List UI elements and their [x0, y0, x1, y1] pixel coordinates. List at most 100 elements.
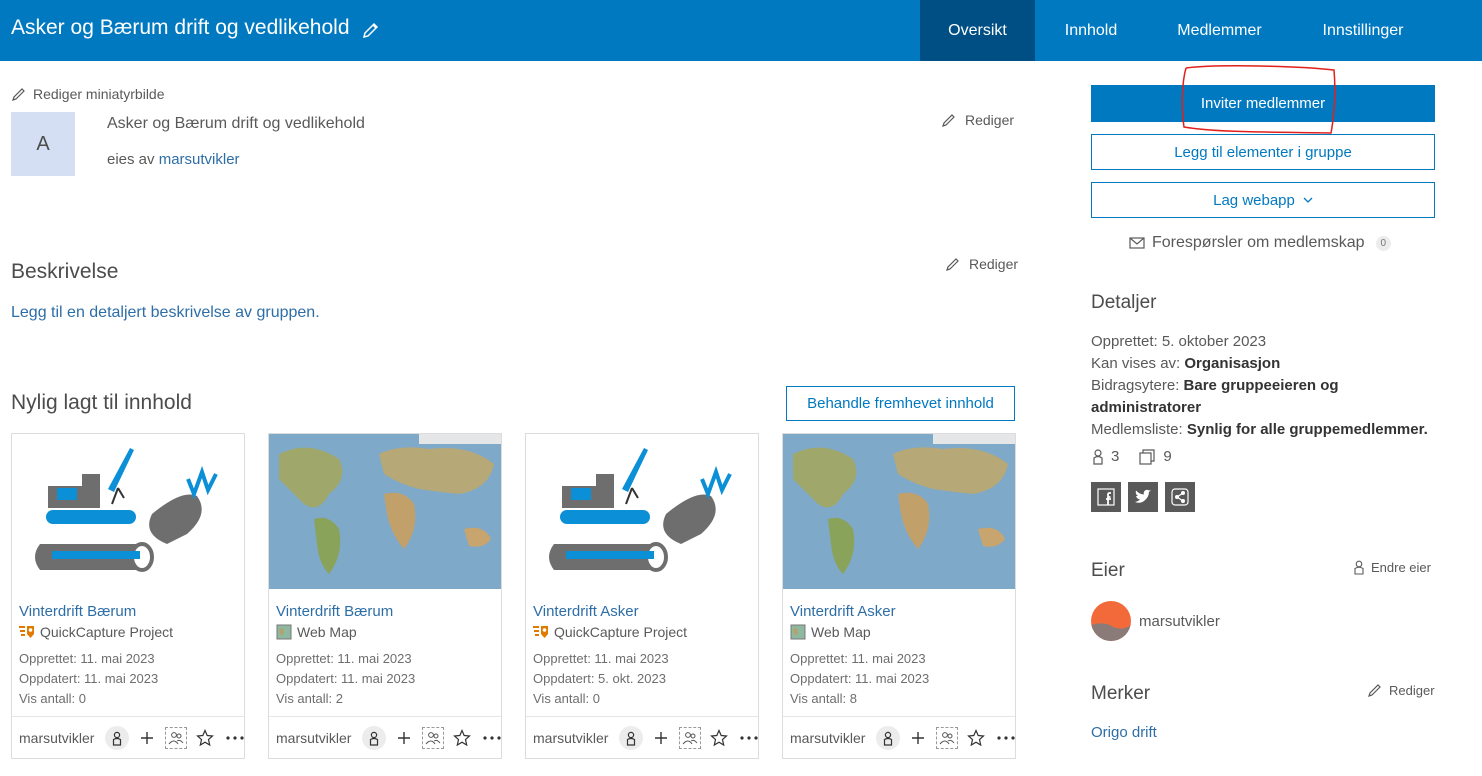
- edit-label: Rediger: [965, 112, 1015, 128]
- card-owner[interactable]: marsutvikler: [790, 730, 865, 746]
- star-icon[interactable]: [707, 726, 731, 750]
- card-type-label: Web Map: [297, 624, 357, 640]
- content-card[interactable]: Vinterdrift Bærum Web Map Opprettet: 11. m…: [268, 433, 502, 759]
- detail-created-value: 5. oktober 2023: [1161, 333, 1267, 350]
- card-created: Opprettet: 11. mai 2023: [19, 651, 155, 666]
- webmap-icon: [790, 624, 806, 640]
- card-owner[interactable]: marsutvikler: [276, 730, 351, 746]
- card-views: Vis antall: 0: [533, 691, 600, 706]
- owner-link[interactable]: marsutvikler: [159, 151, 240, 168]
- group-name: Asker og Bærum drift og vedlikehold: [107, 115, 365, 132]
- more-options-icon[interactable]: [480, 726, 504, 750]
- card-footer: marsutvikler: [526, 716, 758, 759]
- card-owner[interactable]: marsutvikler: [19, 730, 94, 746]
- edit-tags-link[interactable]: Rediger: [1367, 682, 1435, 698]
- card-thumbnail[interactable]: [783, 434, 1015, 589]
- change-owner-label: Endre eier: [1371, 560, 1431, 575]
- more-options-icon[interactable]: [223, 726, 247, 750]
- card-title[interactable]: Vinterdrift Bærum: [276, 603, 393, 620]
- detail-created: Opprettet: 5. oktober 2023: [1091, 331, 1435, 353]
- group-icon[interactable]: [936, 727, 958, 749]
- group-thumbnail[interactable]: A: [11, 112, 75, 176]
- tags-title: Merker: [1091, 683, 1151, 704]
- owner-name[interactable]: marsutvikler: [1139, 613, 1220, 630]
- twitter-icon: [1135, 489, 1151, 503]
- card-type-label: QuickCapture Project: [40, 624, 174, 640]
- card-views: Vis antall: 8: [790, 691, 857, 706]
- content-card[interactable]: Vinterdrift Bærum QuickCapture Project Opp…: [11, 433, 245, 759]
- card-footer: marsutvikler: [269, 716, 501, 759]
- plus-icon[interactable]: [392, 726, 416, 750]
- tab-oversikt[interactable]: Oversikt: [920, 0, 1035, 61]
- chevron-down-icon: [1303, 197, 1313, 203]
- tab-innstillinger[interactable]: Innstillinger: [1292, 0, 1434, 61]
- plus-icon[interactable]: [906, 726, 930, 750]
- change-owner-link[interactable]: Endre eier: [1353, 560, 1431, 575]
- owned-by-prefix: eies av: [107, 151, 155, 168]
- plus-icon[interactable]: [135, 726, 159, 750]
- members-icon: [1093, 448, 1103, 465]
- card-thumbnail[interactable]: [269, 434, 501, 589]
- member-icon[interactable]: [876, 726, 900, 750]
- member-icon[interactable]: [362, 726, 386, 750]
- owned-by: eies av marsutvikler: [107, 151, 240, 168]
- edit-thumbnail-link[interactable]: Rediger miniatyrbilde: [11, 86, 165, 102]
- edit-title-pencil-icon[interactable]: [361, 20, 381, 40]
- avatar[interactable]: [1091, 601, 1131, 641]
- quickcapture-icon: [19, 626, 34, 638]
- detail-member-list: Medlemsliste: Synlig for alle gruppemedl…: [1091, 419, 1435, 441]
- card-updated: Oppdatert: 11. mai 2023: [19, 671, 159, 686]
- description-title: Beskrivelse: [11, 260, 119, 283]
- facebook-icon: [1097, 488, 1115, 506]
- card-actions: [876, 726, 1018, 750]
- group-icon[interactable]: [679, 727, 701, 749]
- twitter-share-button[interactable]: [1128, 482, 1158, 512]
- share-link-button[interactable]: [1165, 482, 1195, 512]
- pencil-icon: [1368, 684, 1381, 697]
- content-card[interactable]: Vinterdrift Asker Web Map Opprettet: 11. m…: [782, 433, 1016, 759]
- card-title[interactable]: Vinterdrift Bærum: [19, 603, 136, 620]
- content-card[interactable]: Vinterdrift Asker QuickCapture Project Opp…: [525, 433, 759, 759]
- member-icon[interactable]: [105, 726, 129, 750]
- edit-label: Rediger: [969, 256, 1019, 272]
- star-icon[interactable]: [193, 726, 217, 750]
- group-icon[interactable]: [422, 727, 444, 749]
- add-items-button[interactable]: Legg til elementer i gruppe: [1091, 134, 1435, 170]
- avatar-image: [1091, 601, 1131, 641]
- manage-featured-button[interactable]: Behandle fremhevet innhold: [786, 386, 1015, 421]
- detail-member-list-label: Medlemsliste:: [1091, 421, 1183, 438]
- requests-count-badge: 0: [1375, 235, 1392, 251]
- tab-medlemmer[interactable]: Medlemmer: [1147, 0, 1292, 61]
- group-icon[interactable]: [165, 727, 187, 749]
- star-icon[interactable]: [450, 726, 474, 750]
- edit-description-link[interactable]: Rediger: [945, 256, 1018, 272]
- card-updated: Oppdatert: 11. mai 2023: [790, 671, 930, 686]
- group-title: Asker og Bærum drift og vedlikehold: [11, 16, 350, 39]
- membership-requests[interactable]: Forespørsler om medlemskap 0: [1129, 234, 1392, 252]
- create-webapp-button[interactable]: Lag webapp: [1091, 182, 1435, 218]
- plus-icon[interactable]: [649, 726, 673, 750]
- card-thumbnail[interactable]: [526, 434, 758, 589]
- card-title[interactable]: Vinterdrift Asker: [790, 603, 896, 620]
- detail-contributors-label: Bidragsytere:: [1091, 377, 1180, 394]
- more-options-icon[interactable]: [994, 726, 1018, 750]
- card-updated: Oppdatert: 5. okt. 2023: [533, 671, 666, 686]
- tag-link[interactable]: Origo drift: [1091, 724, 1157, 741]
- quickcapture-icon: [533, 626, 548, 638]
- star-icon[interactable]: [964, 726, 988, 750]
- tab-innhold[interactable]: Innhold: [1035, 0, 1147, 61]
- detail-visible-label: Kan vises av:: [1091, 355, 1181, 372]
- facebook-share-button[interactable]: [1091, 482, 1121, 512]
- edit-group-link[interactable]: Rediger: [941, 112, 1014, 128]
- add-description-link[interactable]: Legg til en detaljert beskrivelse av gru…: [11, 304, 320, 322]
- card-owner[interactable]: marsutvikler: [533, 730, 608, 746]
- card-footer: marsutvikler: [783, 716, 1015, 759]
- edit-tags-label: Rediger: [1389, 682, 1435, 698]
- card-type: Web Map: [790, 624, 871, 640]
- card-views: Vis antall: 0: [19, 691, 86, 706]
- items-icon: [1139, 448, 1155, 465]
- member-icon[interactable]: [619, 726, 643, 750]
- card-title[interactable]: Vinterdrift Asker: [533, 603, 639, 620]
- card-thumbnail[interactable]: [12, 434, 244, 589]
- more-options-icon[interactable]: [737, 726, 761, 750]
